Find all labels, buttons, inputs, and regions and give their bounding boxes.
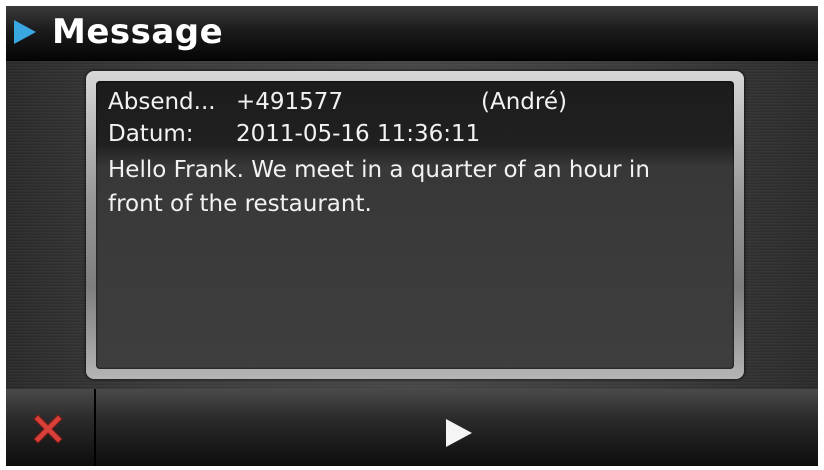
close-button[interactable]	[6, 389, 96, 466]
message-frame: Absend... +491577 (André) Datum: 2011-05…	[86, 71, 744, 379]
sender-name: (André)	[481, 89, 567, 115]
title-arrow-icon	[14, 20, 36, 44]
sender-label: Absend...	[108, 89, 216, 115]
play-arrow-icon	[446, 419, 472, 447]
next-button[interactable]	[96, 389, 818, 466]
device-window: Message Absend... +491577 (André) Datum:…	[6, 6, 818, 466]
bottom-toolbar	[6, 389, 818, 466]
sender-number: +491577	[236, 89, 344, 115]
screen: Message Absend... +491577 (André) Datum:…	[0, 0, 824, 470]
page-title: Message	[52, 12, 224, 52]
message-text: Hello Frank. We meet in a quarter of an …	[108, 157, 650, 217]
date-value: 2011-05-16 11:36:11	[236, 121, 481, 147]
title-bar: Message	[6, 6, 818, 61]
date-label: Datum:	[108, 121, 194, 147]
message-box[interactable]: Absend... +491577 (André) Datum: 2011-05…	[96, 81, 734, 369]
content-area: Absend... +491577 (André) Datum: 2011-05…	[6, 61, 818, 389]
close-x-icon	[33, 414, 63, 444]
